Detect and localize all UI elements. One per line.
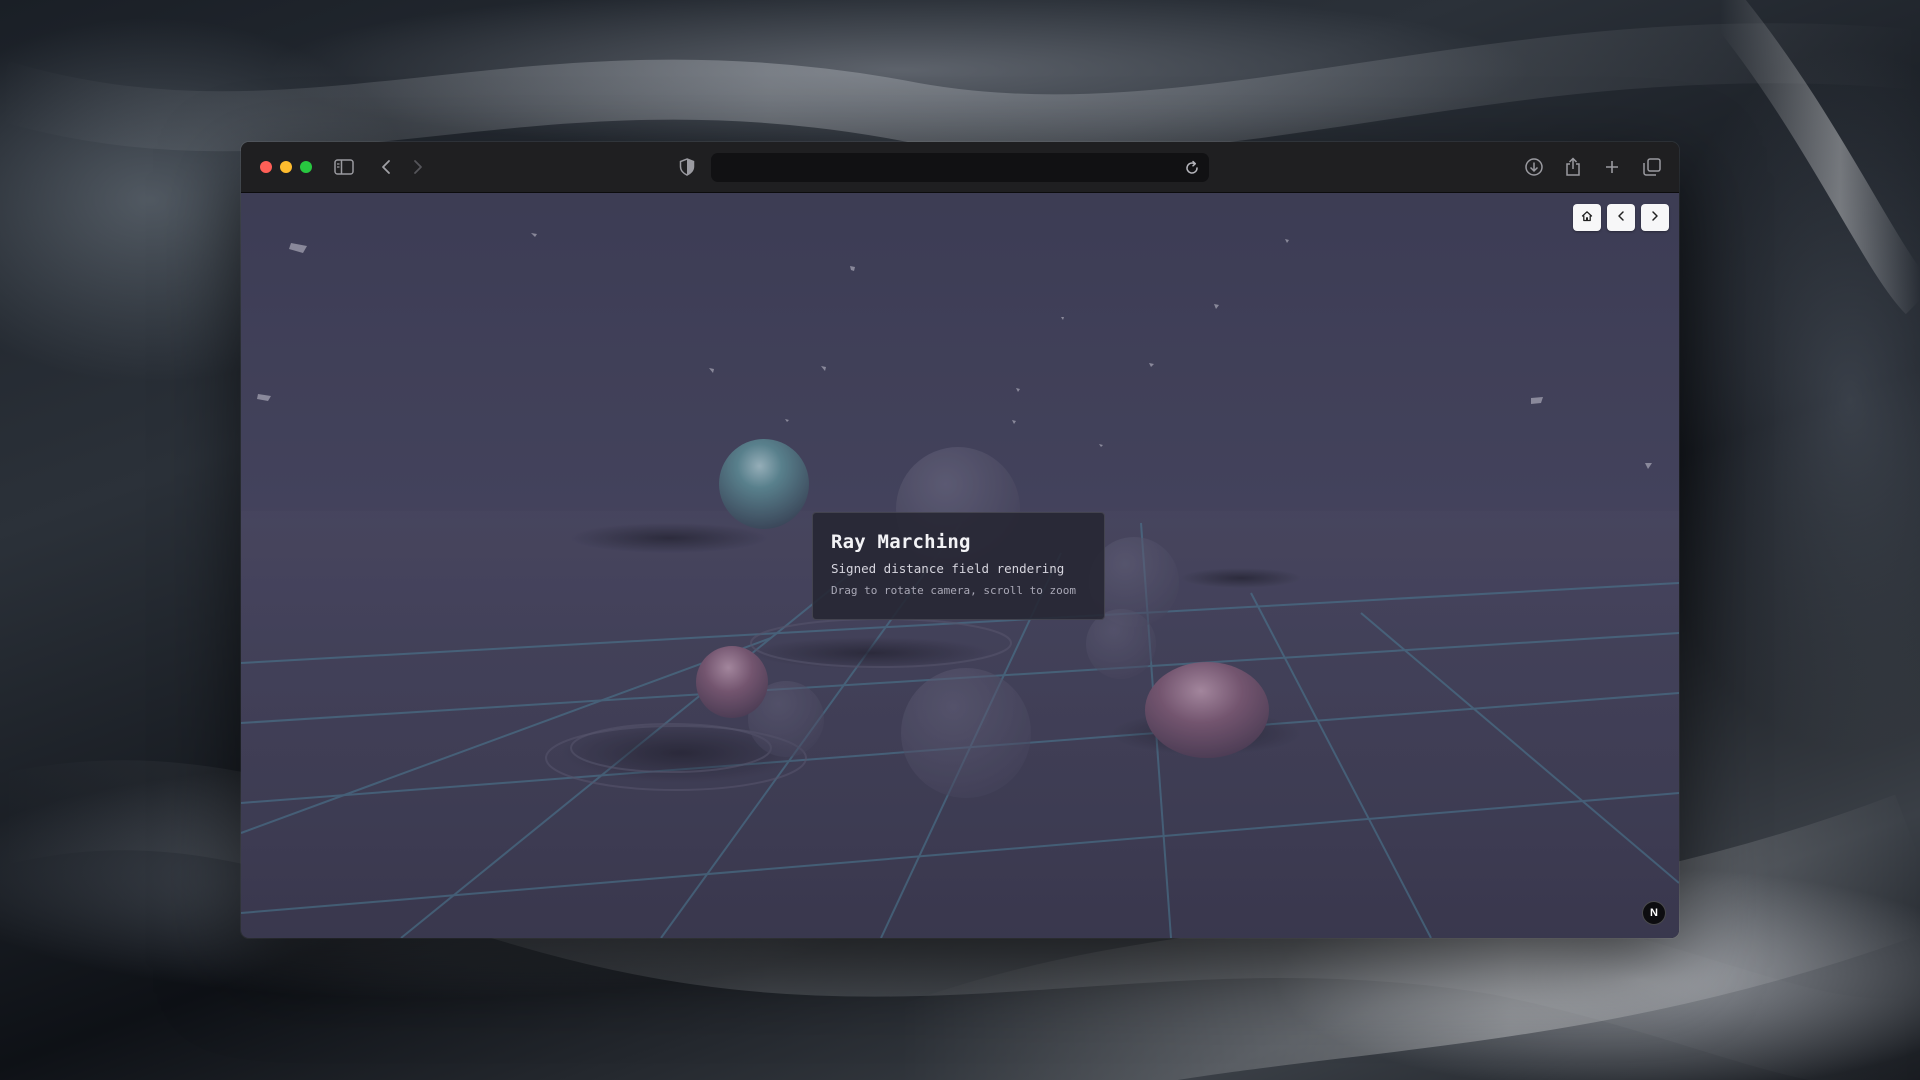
home-button[interactable] (1573, 204, 1601, 231)
tabs-overview-icon[interactable] (1641, 156, 1663, 178)
reload-icon[interactable] (1183, 159, 1201, 177)
minimize-window-button[interactable] (280, 161, 292, 173)
info-card: Ray Marching Signed distance field rende… (812, 512, 1105, 620)
sidebar-icon[interactable] (333, 156, 355, 178)
page-subtitle: Signed distance field rendering (831, 561, 1065, 576)
forward-icon[interactable] (407, 156, 429, 178)
page-title: Ray Marching (831, 531, 971, 553)
chevron-right-icon (1651, 209, 1659, 227)
back-icon[interactable] (375, 156, 397, 178)
next-button[interactable] (1641, 204, 1669, 231)
shield-icon[interactable] (676, 156, 698, 178)
new-tab-icon[interactable] (1601, 156, 1623, 178)
download-icon[interactable] (1523, 156, 1545, 178)
chevron-left-icon (1617, 209, 1625, 227)
webgl-canvas[interactable]: Ray Marching Signed distance field rende… (241, 193, 1679, 938)
close-window-button[interactable] (260, 161, 272, 173)
browser-window: Ray Marching Signed distance field rende… (241, 142, 1679, 938)
n-badge[interactable]: N (1642, 901, 1666, 925)
previous-button[interactable] (1607, 204, 1635, 231)
home-icon (1581, 209, 1593, 227)
address-bar[interactable] (711, 153, 1209, 182)
slide-navigation (1573, 204, 1669, 231)
maximize-window-button[interactable] (300, 161, 312, 173)
browser-toolbar (241, 142, 1679, 193)
interaction-hint: Drag to rotate camera, scroll to zoom (831, 584, 1077, 597)
share-icon[interactable] (1562, 156, 1584, 178)
